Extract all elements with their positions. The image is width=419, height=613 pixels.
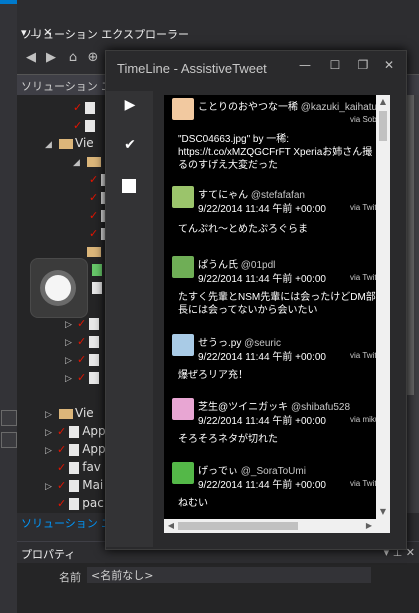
properties-panel: 名前 <名前なし>: [17, 563, 419, 613]
tweet-text: たすく先輩とNSM先輩には会ったけどDM部長には会ってないから会いたい: [178, 292, 376, 316]
tweet-item[interactable]: げっでぃ @_SoraToUmi 9/22/2014 11:44 午前 +00:…: [164, 459, 379, 519]
assistive-center-icon: [45, 275, 71, 301]
minimize-icon[interactable]: —: [296, 56, 314, 74]
properties-title: プロパティ: [21, 548, 76, 561]
back-icon[interactable]: ◀: [23, 50, 39, 66]
tweet-avatar[interactable]: [172, 334, 194, 356]
tweet-date: 9/22/2014 11:44 午前 +00:00: [198, 416, 326, 427]
tweet-item[interactable]: せうっ.py @seuric 9/22/2014 11:44 午前 +00:00…: [164, 331, 379, 395]
tweet-item[interactable]: ことりのおやつな一稀 @kazuki_kaihatu via Soba "DSC…: [164, 95, 381, 171]
tweet-date: 9/22/2014 11:44 午前 +00:00: [198, 480, 326, 491]
tree-item[interactable]: ▷ Vie: [45, 406, 94, 424]
scroll-left-icon[interactable]: ◀: [164, 519, 178, 533]
left-dock-strip: [0, 0, 17, 613]
tweet-list[interactable]: ことりのおやつな一稀 @kazuki_kaihatu via Soba "DSC…: [164, 95, 390, 533]
tree-item[interactable]: ▷ ✓ App: [45, 424, 106, 442]
tree-item[interactable]: ▷ ✓ App: [45, 442, 106, 460]
tweet-via: via Twitt: [350, 479, 379, 488]
tweet-via: via miku: [350, 415, 380, 424]
assistive-touch-button[interactable]: [30, 258, 88, 318]
tree-item[interactable]: ◢ Vie: [45, 136, 94, 154]
tweet-text: 爆ぜろリア充！: [178, 370, 248, 381]
tweet-header: ぱうん氏 @01pdl: [198, 260, 276, 271]
tweet-text: そろそろネタが切れた: [178, 434, 278, 445]
tweet-item[interactable]: ぱうん氏 @01pdl 9/22/2014 11:44 午前 +00:00 vi…: [164, 253, 379, 333]
tweet-header: すてにゃん @stefafafan: [198, 190, 305, 201]
tree-item[interactable]: [89, 280, 105, 298]
tweet-header: 芝生@ツイニガッキ @shibafu528: [198, 402, 351, 413]
tree-item[interactable]: ◢: [73, 154, 103, 172]
tweet-date: 9/22/2014 11:44 午前 +00:00: [198, 204, 326, 215]
tree-item[interactable]: ▷ ✓: [65, 370, 102, 388]
sync-icon[interactable]: ⊕: [85, 50, 101, 66]
tweet-item[interactable]: すてにゃん @stefafafan 9/22/2014 11:44 午前 +00…: [164, 183, 379, 251]
tweet-list-vertical-scrollbar[interactable]: ▲ ▼: [376, 95, 390, 533]
solution-explorer-titlebar: ソリューション エクスプローラー ▾ ⊥ ✕: [17, 22, 419, 44]
tree-item[interactable]: ✓: [73, 100, 98, 118]
tree-item[interactable]: ▷ ✓: [65, 334, 102, 352]
scroll-right-icon[interactable]: ▶: [362, 519, 376, 533]
scroll-down-icon[interactable]: ▼: [376, 505, 390, 519]
tweet-via: via Twitt: [350, 273, 379, 282]
stop-icon[interactable]: [122, 179, 136, 193]
scroll-up-icon[interactable]: ▲: [376, 95, 390, 109]
tweet-text: ねむい: [178, 498, 208, 509]
tree-item[interactable]: ✓ pac: [57, 496, 104, 514]
tree-item[interactable]: ✓: [73, 118, 98, 136]
left-strip-accent: [0, 0, 17, 4]
tree-item[interactable]: [89, 262, 105, 280]
restore-icon[interactable]: ❐: [354, 56, 372, 74]
tweet-list-horizontal-scrollbar[interactable]: ◀ ▶: [164, 519, 376, 533]
property-name-label: 名前: [59, 571, 81, 584]
timeline-window-title: TimeLine - AssistiveTweet: [117, 61, 267, 76]
scrollbar-corner: [376, 519, 390, 533]
tweet-text: "DSC04663.jpg" by 一稀: https://t.co/xMZQG…: [178, 134, 373, 171]
close-icon[interactable]: ✕: [380, 56, 398, 74]
tweet-avatar[interactable]: [172, 398, 194, 420]
tweet-date: 9/22/2014 11:44 午前 +00:00: [198, 352, 326, 363]
vertical-scroll-thumb[interactable]: [379, 111, 387, 141]
tweet-item[interactable]: 芝生@ツイニガッキ @shibafu528 9/22/2014 11:44 午前…: [164, 395, 380, 459]
tweet-via: via Twitt: [350, 351, 379, 360]
home-icon[interactable]: ⌂: [65, 50, 81, 66]
timeline-window: TimeLine - AssistiveTweet — ☐ ❐ ✕ ▶ ✔ こと…: [105, 50, 407, 550]
left-strip-tool-button-2[interactable]: [1, 432, 17, 448]
titlebar-pin-close-icons[interactable]: ▾ ⊥ ✕: [21, 26, 415, 39]
tree-item[interactable]: ▷ ✓: [65, 316, 102, 334]
check-icon[interactable]: ✔: [120, 135, 140, 155]
forward-icon[interactable]: ▶: [43, 50, 59, 66]
tweet-avatar[interactable]: [172, 98, 194, 120]
tweet-avatar[interactable]: [172, 256, 194, 278]
tweet-header: せうっ.py @seuric: [198, 338, 281, 349]
tweet-text: てんぷれ～とめたぷろぐらま: [178, 224, 308, 235]
tweet-avatar[interactable]: [172, 186, 194, 208]
play-icon[interactable]: ▶: [120, 95, 140, 115]
tree-item[interactable]: ▷ ✓: [65, 352, 102, 370]
tweet-via: via Twitt: [350, 203, 379, 212]
property-name-value[interactable]: <名前なし>: [87, 567, 371, 583]
tweet-header: ことりのおやつな一稀 @kazuki_kaihatu: [198, 102, 378, 113]
maximize-icon[interactable]: ☐: [326, 56, 344, 74]
tweet-date: 9/22/2014 11:44 午前 +00:00: [198, 274, 326, 285]
tree-item[interactable]: ▷ ✓ Mai: [45, 478, 103, 496]
tree-item[interactable]: ✓ fav: [57, 460, 101, 478]
tweet-header: げっでぃ @_SoraToUmi: [198, 466, 306, 477]
left-strip-tool-button[interactable]: [1, 410, 17, 426]
horizontal-scroll-thumb[interactable]: [178, 522, 298, 530]
tweet-avatar[interactable]: [172, 462, 194, 484]
timeline-sidebar: ▶ ✔: [106, 91, 153, 547]
